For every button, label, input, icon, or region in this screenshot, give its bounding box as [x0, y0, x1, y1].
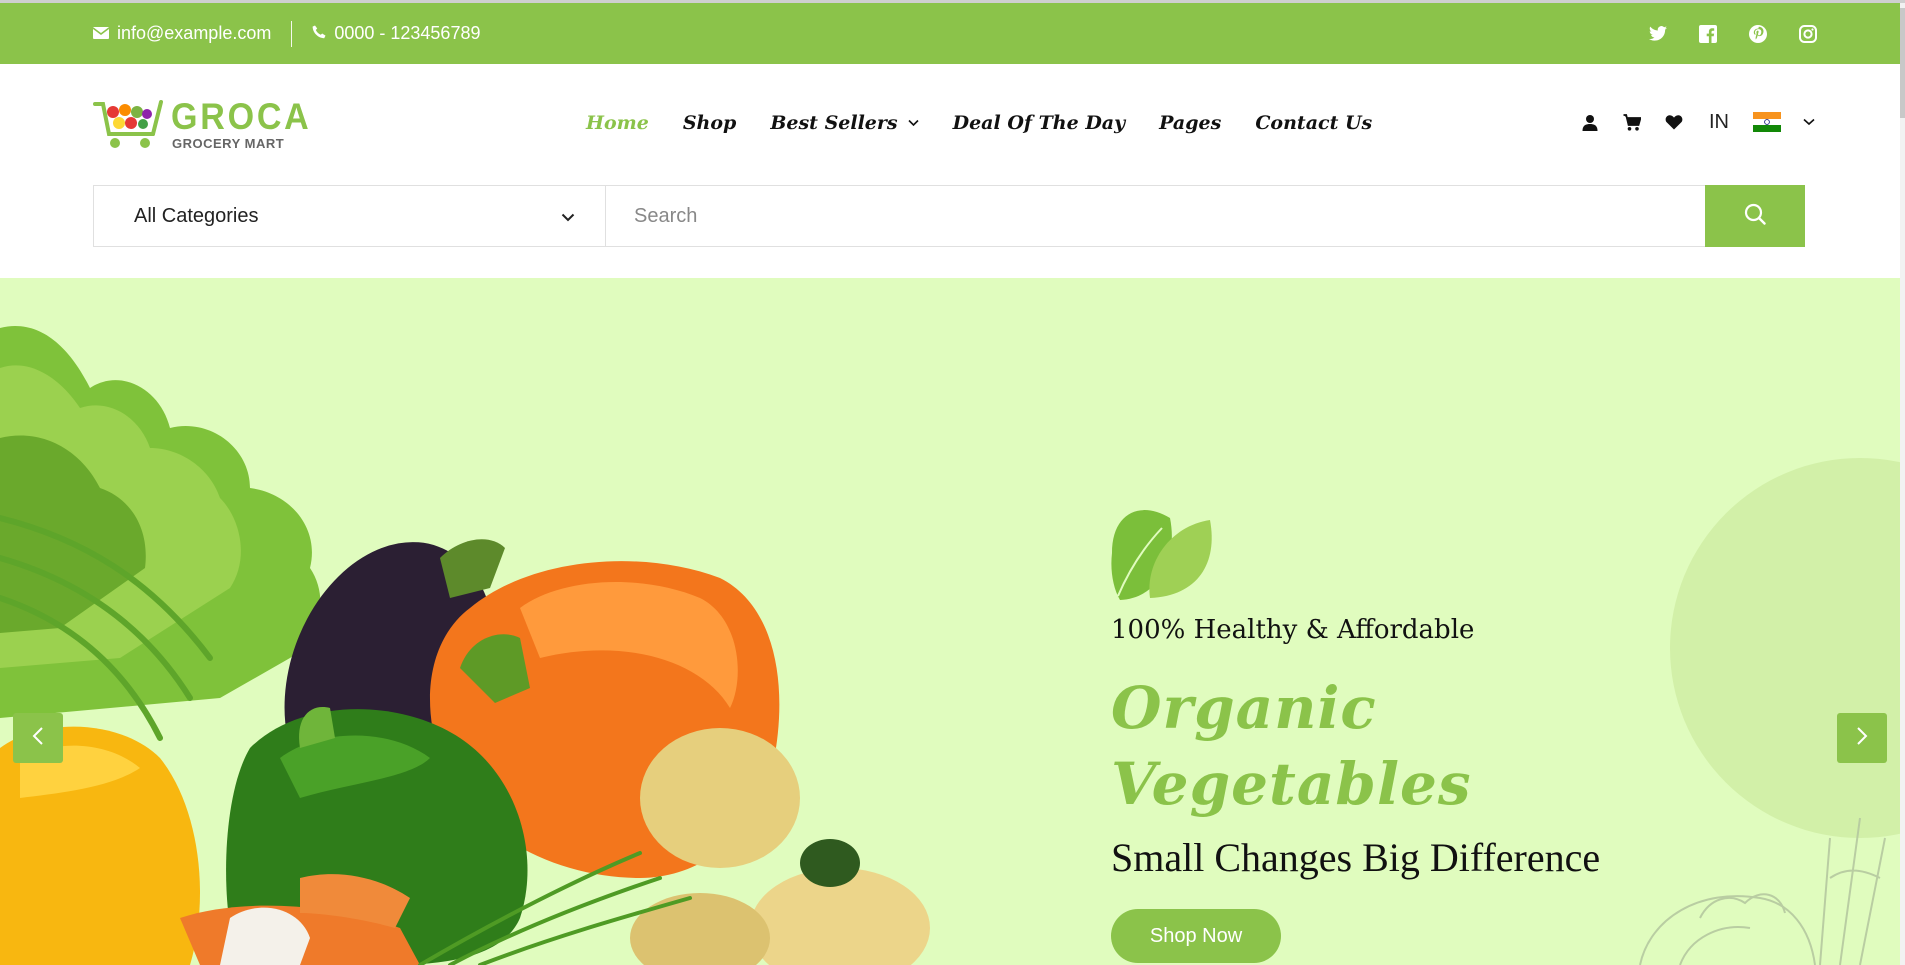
hero-banner — [0, 278, 1900, 965]
prev-slide-button[interactable] — [13, 713, 63, 763]
language-code[interactable]: IN — [1709, 111, 1729, 134]
nav-best-sellers[interactable]: Best Sellers — [770, 112, 919, 134]
scrollbar-thumb[interactable] — [1900, 8, 1905, 118]
chevron-down-icon[interactable] — [1803, 113, 1815, 131]
chevron-down-icon — [561, 205, 575, 228]
heart-icon[interactable] — [1661, 109, 1687, 135]
hero-headline: Organic Vegetables — [1111, 670, 1631, 822]
top-bar: info@example.com 0000 - 123456789 — [0, 3, 1900, 64]
vegetables-image — [0, 326, 1900, 965]
pinterest-icon[interactable] — [1746, 22, 1770, 46]
page-scrollbar[interactable] — [1900, 3, 1905, 965]
search-button[interactable] — [1705, 185, 1805, 247]
envelope-icon — [92, 23, 110, 44]
hero-headline-line2: Vegetables — [1111, 750, 1472, 818]
cart-logo-icon — [93, 100, 163, 148]
logo[interactable]: GROCA GROCERY MART — [93, 94, 309, 154]
hero-subline: Small Changes Big Difference — [1111, 835, 1601, 880]
header-actions: IN — [1577, 109, 1815, 135]
twitter-icon[interactable] — [1646, 22, 1670, 46]
india-flag-icon[interactable] — [1753, 112, 1781, 133]
logo-brand: GROCA — [171, 96, 312, 137]
phone-link[interactable]: 0000 - 123456789 — [312, 23, 480, 44]
category-select-value: All Categories — [134, 204, 259, 227]
instagram-icon[interactable] — [1796, 22, 1820, 46]
divider — [291, 20, 293, 47]
email-link[interactable]: info@example.com — [92, 23, 272, 44]
site-header: GROCA GROCERY MART Home Shop Best Seller… — [0, 64, 1900, 278]
nav-deal-of-the-day[interactable]: Deal Of The Day — [953, 112, 1126, 134]
cart-icon[interactable] — [1619, 109, 1645, 135]
social-links — [1646, 3, 1820, 64]
search-bar: All Categories — [93, 185, 1805, 247]
nav-best-sellers-label: Best Sellers — [770, 112, 898, 134]
shop-now-button[interactable]: Shop Now — [1111, 909, 1281, 963]
nav-contact-us[interactable]: Contact Us — [1255, 112, 1372, 134]
contact-info: info@example.com 0000 - 123456789 — [92, 3, 480, 64]
email-text: info@example.com — [117, 23, 272, 43]
phone-icon — [312, 23, 326, 44]
nav-home[interactable]: Home — [586, 112, 649, 134]
phone-text: 0000 - 123456789 — [334, 23, 481, 43]
chevron-down-icon — [908, 116, 919, 130]
nav-pages[interactable]: Pages — [1159, 112, 1221, 134]
hero-headline-line1: Organic — [1111, 674, 1377, 742]
facebook-icon[interactable] — [1696, 22, 1720, 46]
chevron-right-icon — [1856, 726, 1868, 751]
search-input[interactable] — [606, 186, 1705, 246]
logo-subtitle: GROCERY MART — [172, 136, 285, 151]
category-select[interactable]: All Categories — [94, 186, 606, 246]
hero-tagline: 100% Healthy & Affordable — [1111, 615, 1475, 645]
chevron-left-icon — [32, 726, 44, 751]
user-icon[interactable] — [1577, 109, 1603, 135]
search-icon — [1744, 203, 1766, 230]
next-slide-button[interactable] — [1837, 713, 1887, 763]
nav-shop[interactable]: Shop — [683, 112, 737, 134]
main-nav: Home Shop Best Sellers Deal Of The Day P… — [586, 112, 1372, 134]
